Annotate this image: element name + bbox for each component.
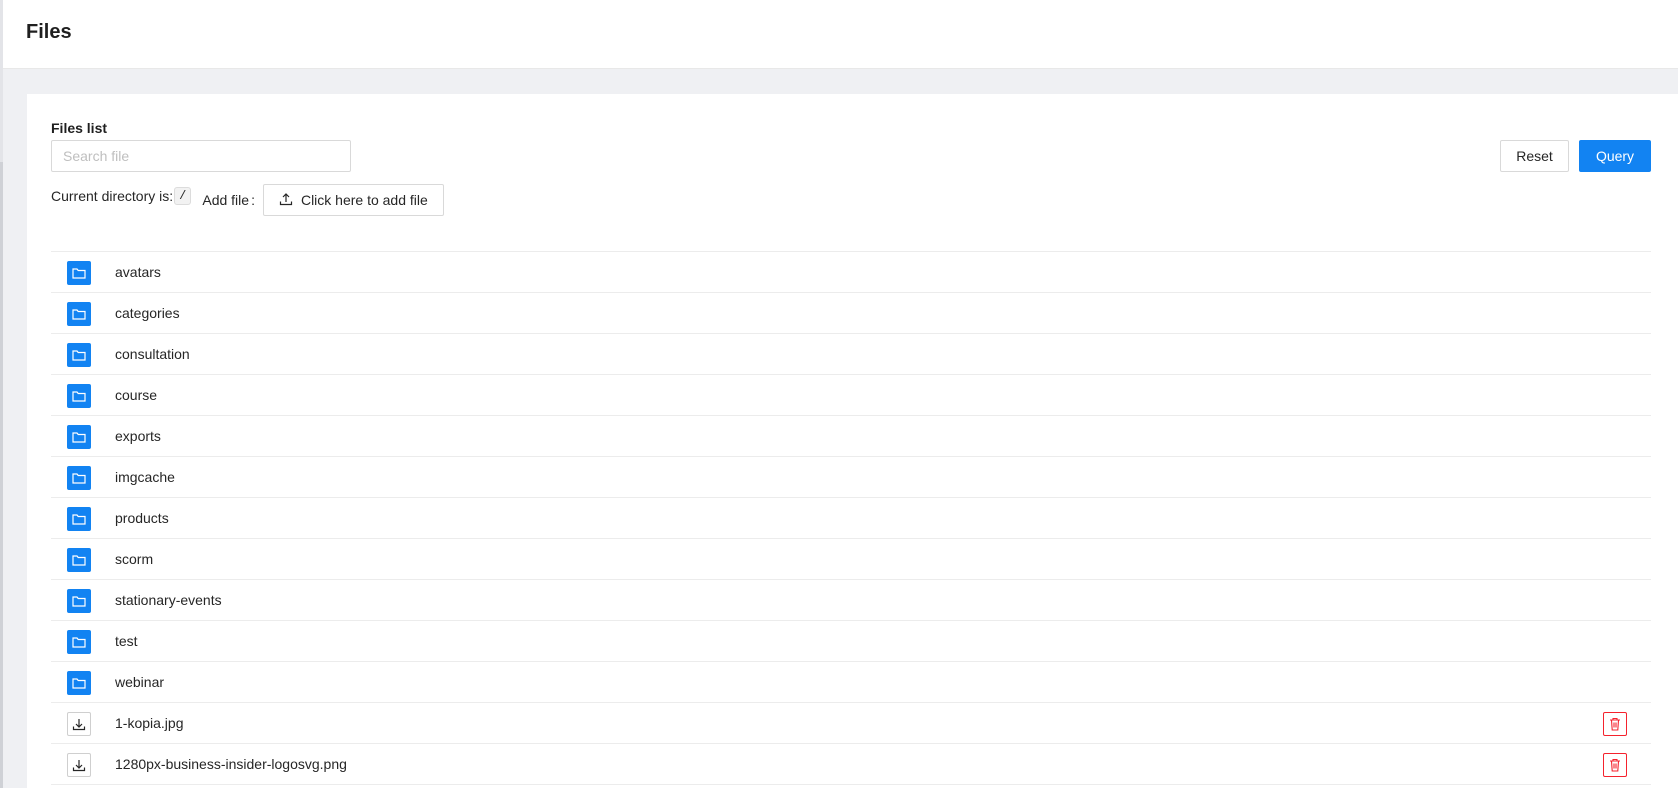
folder-icon xyxy=(67,548,91,572)
item-name: test xyxy=(115,633,138,649)
reset-button[interactable]: Reset xyxy=(1500,140,1569,172)
folder-icon xyxy=(67,466,91,490)
list-item[interactable]: stationary-events xyxy=(51,580,1651,621)
list-item[interactable]: scorm xyxy=(51,539,1651,580)
folder-icon xyxy=(67,425,91,449)
delete-button[interactable] xyxy=(1603,753,1627,777)
item-name: categories xyxy=(115,305,180,321)
page-title: Files xyxy=(26,21,72,43)
files-card: Files list Reset Query Current directory… xyxy=(27,94,1678,788)
item-name: 1-kopia.jpg xyxy=(115,715,184,731)
folder-icon xyxy=(67,343,91,367)
search-input[interactable] xyxy=(51,140,351,172)
add-file-colon: : xyxy=(251,192,255,208)
item-name: products xyxy=(115,510,169,526)
folder-icon xyxy=(67,589,91,613)
list-item[interactable]: 1280px-business-insider-logosvg.png xyxy=(51,744,1651,785)
left-edge xyxy=(0,0,3,788)
query-button[interactable]: Query xyxy=(1579,140,1651,172)
folder-icon xyxy=(67,630,91,654)
item-name: stationary-events xyxy=(115,592,222,608)
list-item[interactable]: course xyxy=(51,375,1651,416)
folder-icon xyxy=(67,261,91,285)
folder-icon xyxy=(67,302,91,326)
item-name: scorm xyxy=(115,551,154,567)
upload-button-label: Click here to add file xyxy=(300,192,428,208)
list-item[interactable]: avatars xyxy=(51,252,1651,293)
current-directory-label: Current directory is: xyxy=(51,188,174,204)
list-item[interactable]: exports xyxy=(51,416,1651,457)
upload-button[interactable]: Click here to add file xyxy=(262,184,444,216)
add-file-label: Add file xyxy=(202,192,250,208)
directory-row: Current directory is: / Add file : Click… xyxy=(51,184,444,216)
list-item[interactable]: webinar xyxy=(51,662,1651,703)
list-item[interactable]: 1-kopia.jpg xyxy=(51,703,1651,744)
current-directory-value: / xyxy=(174,187,192,205)
item-name: consultation xyxy=(115,346,190,362)
folder-icon xyxy=(67,507,91,531)
item-name: avatars xyxy=(115,264,161,280)
list-item[interactable]: products xyxy=(51,498,1651,539)
files-list-label: Files list xyxy=(51,120,108,136)
left-edge-shade xyxy=(0,162,3,788)
item-name: course xyxy=(115,387,158,403)
file-list: avatars categories consultation course e… xyxy=(51,251,1651,785)
download-icon[interactable] xyxy=(67,712,91,736)
item-name: exports xyxy=(115,428,161,444)
item-name: imgcache xyxy=(115,469,175,485)
list-item[interactable]: consultation xyxy=(51,334,1651,375)
item-name: 1280px-business-insider-logosvg.png xyxy=(115,756,347,772)
item-name: webinar xyxy=(115,674,165,690)
page-header: Files xyxy=(3,0,1678,69)
upload-icon xyxy=(279,192,293,209)
list-item[interactable]: categories xyxy=(51,293,1651,334)
folder-icon xyxy=(67,384,91,408)
list-item[interactable]: imgcache xyxy=(51,457,1651,498)
delete-button[interactable] xyxy=(1603,712,1627,736)
list-item[interactable]: test xyxy=(51,621,1651,662)
download-icon[interactable] xyxy=(67,753,91,777)
folder-icon xyxy=(67,671,91,695)
